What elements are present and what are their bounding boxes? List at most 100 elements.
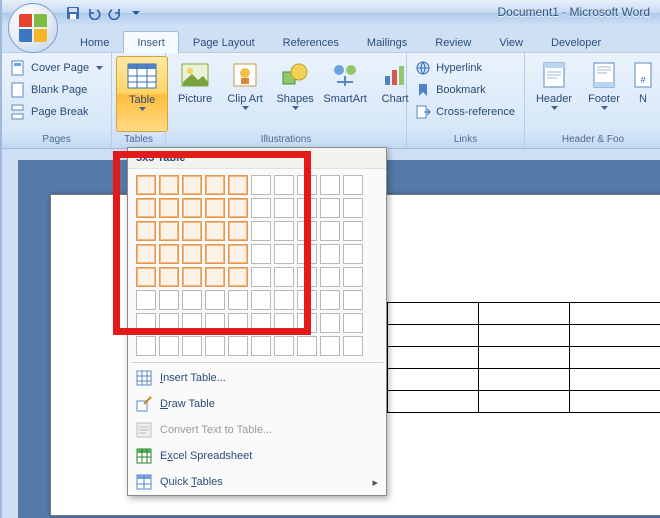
undo-icon[interactable] (85, 4, 103, 22)
grid-cell[interactable] (251, 175, 271, 195)
bookmark-button[interactable]: Bookmark (411, 80, 519, 100)
grid-cell[interactable] (343, 175, 363, 195)
grid-cell[interactable] (136, 175, 156, 195)
grid-cell[interactable] (251, 267, 271, 287)
tab-view[interactable]: View (485, 31, 537, 53)
grid-cell[interactable] (228, 175, 248, 195)
preview-table[interactable] (387, 302, 660, 413)
grid-cell[interactable] (297, 290, 317, 310)
grid-cell[interactable] (182, 221, 202, 241)
redo-icon[interactable] (106, 4, 124, 22)
grid-cell[interactable] (320, 221, 340, 241)
grid-cell[interactable] (136, 221, 156, 241)
header-button[interactable]: Header (529, 56, 579, 132)
tab-mailings[interactable]: Mailings (353, 31, 421, 53)
grid-cell[interactable] (297, 198, 317, 218)
grid-cell[interactable] (320, 175, 340, 195)
grid-cell[interactable] (320, 290, 340, 310)
tab-insert[interactable]: Insert (123, 31, 179, 53)
grid-cell[interactable] (320, 313, 340, 333)
hyperlink-button[interactable]: Hyperlink (411, 58, 519, 78)
tab-references[interactable]: References (269, 31, 353, 53)
blank-page-button[interactable]: Blank Page (6, 80, 107, 100)
grid-cell[interactable] (274, 290, 294, 310)
grid-cell[interactable] (274, 336, 294, 356)
grid-cell[interactable] (343, 267, 363, 287)
cross-reference-button[interactable]: Cross-reference (411, 102, 519, 122)
grid-cell[interactable] (297, 221, 317, 241)
grid-cell[interactable] (228, 244, 248, 264)
grid-cell[interactable] (182, 290, 202, 310)
grid-cell[interactable] (182, 244, 202, 264)
grid-cell[interactable] (320, 244, 340, 264)
grid-cell[interactable] (182, 336, 202, 356)
grid-cell[interactable] (182, 198, 202, 218)
grid-cell[interactable] (297, 175, 317, 195)
save-icon[interactable] (64, 4, 82, 22)
grid-cell[interactable] (205, 267, 225, 287)
tab-review[interactable]: Review (421, 31, 485, 53)
grid-cell[interactable] (228, 290, 248, 310)
clip-art-button[interactable]: Clip Art (220, 56, 270, 132)
grid-cell[interactable] (297, 336, 317, 356)
grid-cell[interactable] (182, 175, 202, 195)
cover-page-button[interactable]: Cover Page (6, 58, 107, 78)
grid-cell[interactable] (343, 313, 363, 333)
grid-cell[interactable] (205, 175, 225, 195)
tab-developer[interactable]: Developer (537, 31, 615, 53)
grid-cell[interactable] (205, 244, 225, 264)
grid-cell[interactable] (205, 336, 225, 356)
grid-cell[interactable] (205, 313, 225, 333)
excel-spreadsheet-item[interactable]: Excel Spreadsheet (128, 443, 386, 469)
grid-cell[interactable] (343, 221, 363, 241)
picture-button[interactable]: Picture (170, 56, 220, 132)
grid-cell[interactable] (159, 221, 179, 241)
grid-cell[interactable] (274, 198, 294, 218)
grid-cell[interactable] (159, 290, 179, 310)
grid-cell[interactable] (136, 313, 156, 333)
grid-cell[interactable] (136, 336, 156, 356)
grid-cell[interactable] (251, 198, 271, 218)
draw-table-item[interactable]: Draw Table (128, 391, 386, 417)
grid-cell[interactable] (159, 198, 179, 218)
grid-cell[interactable] (343, 336, 363, 356)
page-break-button[interactable]: Page Break (6, 102, 107, 122)
insert-table-item[interactable]: Insert Table... (128, 365, 386, 391)
grid-cell[interactable] (136, 290, 156, 310)
shapes-button[interactable]: Shapes (270, 56, 320, 132)
grid-cell[interactable] (297, 313, 317, 333)
grid-cell[interactable] (251, 313, 271, 333)
grid-cell[interactable] (343, 290, 363, 310)
grid-cell[interactable] (274, 221, 294, 241)
grid-cell[interactable] (343, 198, 363, 218)
grid-cell[interactable] (343, 244, 363, 264)
grid-cell[interactable] (159, 267, 179, 287)
office-button[interactable] (8, 3, 58, 53)
grid-cell[interactable] (182, 267, 202, 287)
quick-tables-item[interactable]: Quick Tables ▸ (128, 469, 386, 495)
grid-cell[interactable] (228, 221, 248, 241)
tab-home[interactable]: Home (66, 31, 123, 53)
table-button[interactable]: Table (116, 56, 168, 132)
grid-cell[interactable] (136, 244, 156, 264)
qat-customize-icon[interactable] (127, 4, 145, 22)
footer-button[interactable]: Footer (579, 56, 629, 132)
tab-page-layout[interactable]: Page Layout (179, 31, 269, 53)
grid-cell[interactable] (251, 244, 271, 264)
grid-cell[interactable] (205, 198, 225, 218)
grid-cell[interactable] (205, 221, 225, 241)
grid-cell[interactable] (274, 175, 294, 195)
grid-cell[interactable] (228, 336, 248, 356)
grid-cell[interactable] (136, 198, 156, 218)
grid-cell[interactable] (297, 267, 317, 287)
grid-cell[interactable] (320, 267, 340, 287)
grid-cell[interactable] (274, 313, 294, 333)
grid-cell[interactable] (159, 175, 179, 195)
grid-cell[interactable] (320, 198, 340, 218)
grid-cell[interactable] (320, 336, 340, 356)
grid-cell[interactable] (251, 336, 271, 356)
grid-cell[interactable] (136, 267, 156, 287)
grid-cell[interactable] (251, 290, 271, 310)
grid-cell[interactable] (159, 313, 179, 333)
grid-cell[interactable] (274, 244, 294, 264)
